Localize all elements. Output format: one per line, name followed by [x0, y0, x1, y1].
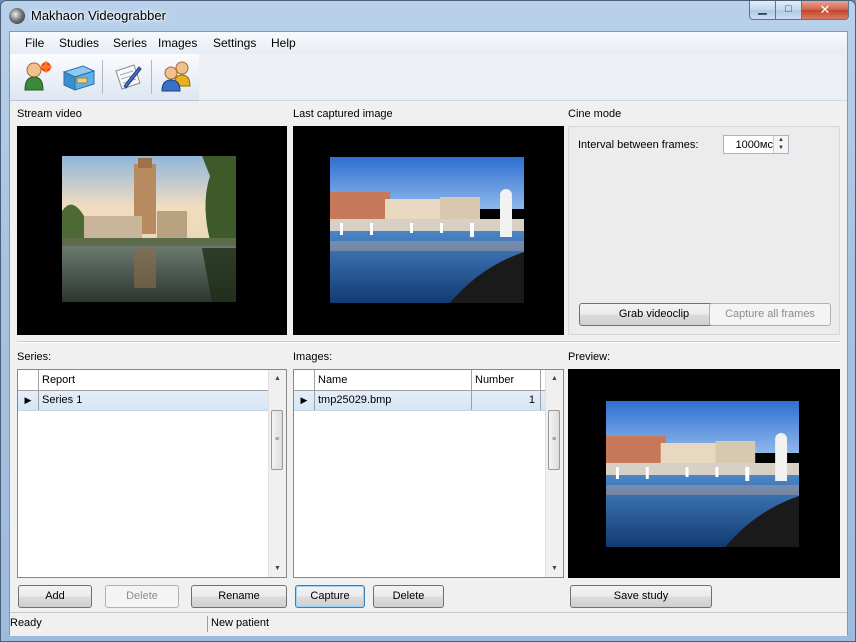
images-label: Images: — [293, 351, 333, 363]
series-grid-header: Report — [18, 370, 270, 391]
scroll-thumb[interactable]: ≡ — [548, 410, 560, 470]
menu-settings[interactable]: Settings — [213, 36, 256, 50]
menu-help[interactable]: Help — [271, 36, 296, 50]
capture-button[interactable]: Capture — [295, 585, 365, 608]
series-grid[interactable]: Report ▶ Series 1 ▲ ≡ ▼ — [17, 369, 287, 578]
last-captured-image — [330, 157, 524, 303]
close-button[interactable]: ✕ — [802, 1, 849, 20]
title-bar[interactable]: Makhaon Videograbber ▁ □ ✕ — [1, 1, 855, 31]
toolbar — [10, 54, 200, 101]
toolbar-band — [199, 54, 847, 101]
stream-video-frame — [62, 156, 236, 302]
preview-label: Preview: — [568, 351, 611, 363]
stream-video-view[interactable] — [17, 126, 287, 335]
scroll-thumb[interactable]: ≡ — [271, 410, 283, 470]
row-pointer-icon: ▶ — [294, 391, 315, 410]
users-button[interactable] — [159, 59, 193, 93]
last-captured-view[interactable] — [293, 126, 564, 335]
stream-video-label: Stream video — [17, 108, 82, 120]
preview-view[interactable] — [568, 369, 840, 578]
images-scrollbar[interactable]: ▲ ≡ ▼ — [545, 370, 563, 577]
new-patient-button[interactable] — [20, 59, 54, 93]
menu-bar: File Studies Series Images Settings Help — [10, 32, 847, 54]
images-grid[interactable]: Name Number ▶ tmp25029.bmp 1 ▲ ≡ ▼ — [293, 369, 564, 578]
interval-value: 1000мс — [735, 139, 773, 151]
add-series-button[interactable]: Add — [18, 585, 92, 608]
column-header-number[interactable]: Number — [472, 370, 541, 390]
rename-series-button[interactable]: Rename — [191, 585, 287, 608]
series-report-cell[interactable]: Series 1 — [39, 391, 270, 410]
scroll-up-icon[interactable]: ▲ — [546, 370, 563, 387]
main-window: Makhaon Videograbber ▁ □ ✕ File Studies … — [0, 0, 856, 642]
column-header-report[interactable]: Report — [39, 370, 270, 390]
row-pointer-icon: ▶ — [18, 391, 39, 410]
maximize-button[interactable]: □ — [776, 1, 802, 20]
interval-spin-arrows[interactable]: ▲ ▼ — [773, 136, 788, 153]
delete-image-button[interactable]: Delete — [373, 585, 444, 608]
spin-up-icon[interactable]: ▲ — [774, 136, 788, 144]
row-indicator-header — [294, 370, 315, 390]
edit-report-button[interactable] — [110, 59, 144, 93]
menu-series[interactable]: Series — [113, 36, 147, 50]
cine-mode-panel: Interval between frames: 1000мс ▲ ▼ Grab… — [568, 126, 840, 335]
scroll-down-icon[interactable]: ▼ — [546, 560, 563, 577]
window-title: Makhaon Videograbber — [31, 8, 166, 23]
preview-image — [606, 401, 799, 547]
table-row[interactable]: ▶ Series 1 — [18, 391, 270, 411]
status-new-patient: New patient — [211, 617, 270, 629]
image-number-cell[interactable]: 1 — [472, 391, 541, 410]
toolbar-separator — [102, 60, 103, 94]
interval-label: Interval between frames: — [578, 139, 699, 151]
menu-images[interactable]: Images — [158, 36, 197, 50]
status-separator — [207, 616, 208, 632]
delete-series-button[interactable]: Delete — [105, 585, 179, 608]
menu-file[interactable]: File — [25, 36, 44, 50]
studies-box-button[interactable] — [61, 59, 96, 93]
grab-videoclip-button[interactable]: Grab videoclip — [579, 303, 729, 326]
minimize-button[interactable]: ▁ — [749, 1, 776, 20]
series-scrollbar[interactable]: ▲ ≡ ▼ — [268, 370, 286, 577]
users-icon — [161, 61, 191, 92]
panel-divider — [17, 341, 840, 343]
cine-mode-label: Cine mode — [568, 108, 622, 120]
series-label: Series: — [17, 351, 52, 363]
scroll-up-icon[interactable]: ▲ — [269, 370, 286, 387]
new-patient-icon — [24, 60, 53, 91]
app-icon[interactable] — [9, 8, 25, 24]
status-ready: Ready — [10, 617, 42, 629]
caption-buttons: ▁ □ ✕ — [749, 1, 849, 21]
scroll-down-icon[interactable]: ▼ — [269, 560, 286, 577]
table-row[interactable]: ▶ tmp25029.bmp 1 — [294, 391, 547, 411]
images-grid-header: Name Number — [294, 370, 547, 391]
capture-all-frames-button[interactable]: Capture all frames — [709, 303, 831, 326]
toolbar-separator — [151, 60, 152, 94]
edit-document-icon — [115, 64, 142, 90]
client-area: File Studies Series Images Settings Help — [9, 31, 848, 636]
interval-spinbox[interactable]: 1000мс ▲ ▼ — [723, 135, 789, 154]
row-indicator-header — [18, 370, 39, 390]
open-studies-box-icon — [62, 65, 96, 91]
image-name-cell[interactable]: tmp25029.bmp — [315, 391, 472, 410]
status-bar: Ready New patient — [10, 612, 847, 636]
column-header-name[interactable]: Name — [315, 370, 472, 390]
spin-down-icon[interactable]: ▼ — [774, 144, 788, 152]
menu-studies[interactable]: Studies — [59, 36, 99, 50]
last-captured-label: Last captured image — [293, 108, 393, 120]
save-study-button[interactable]: Save study — [570, 585, 712, 608]
